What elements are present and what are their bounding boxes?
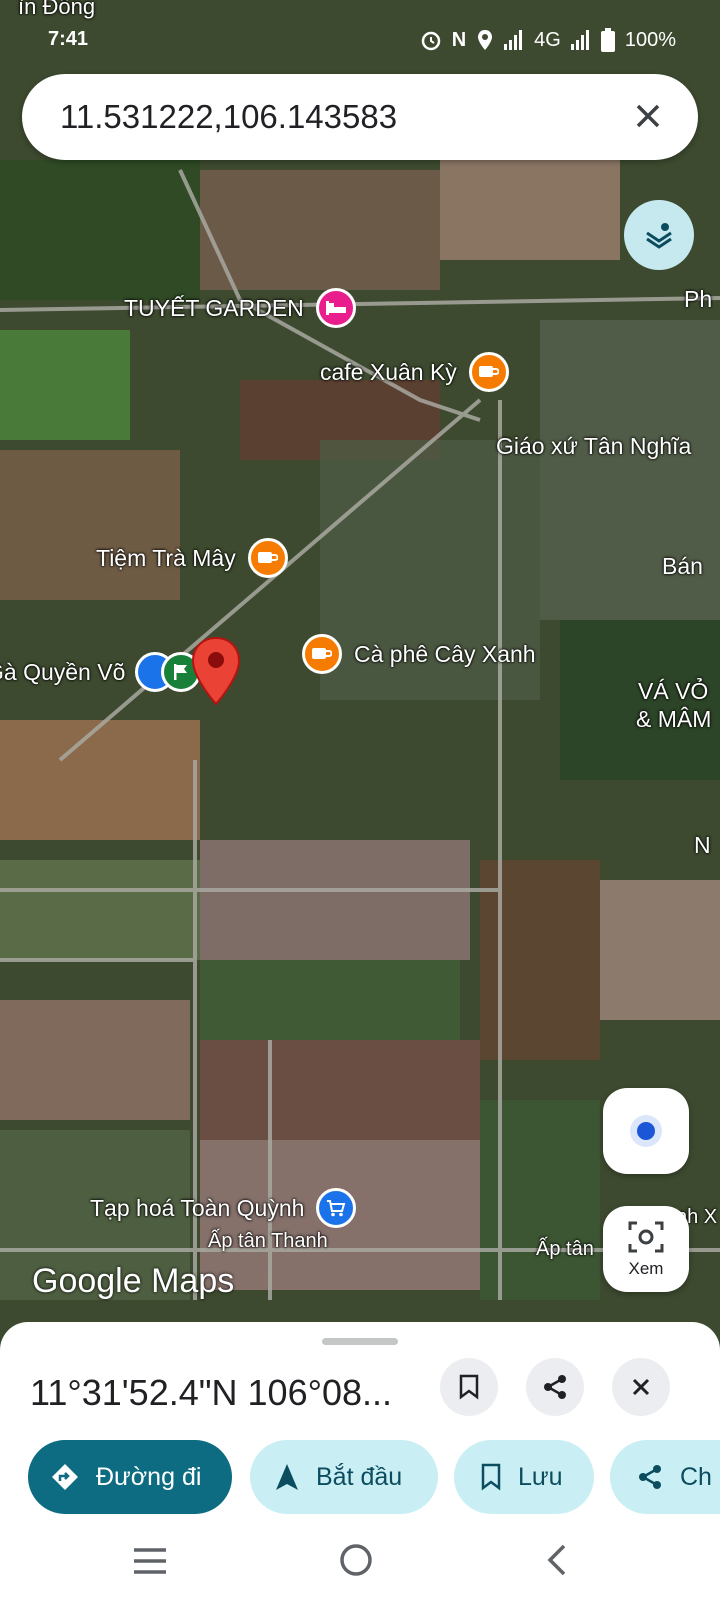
signal-icon [504,30,523,50]
location-icon [478,30,493,50]
close-sheet-button[interactable] [612,1358,670,1416]
my-location-button[interactable] [603,1088,689,1174]
poi-label: Tạp hoá Toàn Quỳnh [90,1194,305,1221]
map-label-ph: Ph [684,286,713,312]
action-chips: Đường đi Bắt đầu Lưu Ch [28,1440,720,1516]
map-label-top: ìn Đồng [18,0,96,19]
view-button[interactable]: Xem [603,1206,689,1292]
poi-label: cafe Xuân Kỳ [320,358,457,385]
system-navigation-bar [0,1526,720,1600]
save-label: Lưu [518,1462,563,1491]
map-label-va-vo: VÁ VỎ [638,678,709,704]
dropped-pin-icon[interactable] [190,636,242,706]
nfc-icon: N [451,28,467,51]
view-label: Xem [628,1259,664,1278]
navigation-arrow-icon [276,1464,298,1490]
home-icon[interactable] [336,1540,376,1580]
hotel-icon [315,288,356,328]
camera-icon [628,1221,664,1253]
cafe-icon [302,634,342,674]
battery-icon [600,28,615,52]
share-button[interactable]: Ch [610,1440,720,1514]
cafe-icon [468,352,509,392]
poi-label: TUYẾT GARDEN [124,294,304,321]
status-bar: ìn Đồng 7:41 N 4G 100% [0,0,720,80]
save-icon-button[interactable] [440,1358,498,1416]
status-time: 7:41 [48,28,89,50]
search-query[interactable]: 11.531222,106.143583 [60,98,397,136]
bookmark-icon [481,1463,501,1491]
map-view[interactable]: ìn Đồng 7:41 N 4G 100% 11.531222,106.143… [0,0,720,1330]
signal-icon-2 [570,30,589,50]
poi-cafe-xuan-ky[interactable]: cafe Xuân Kỳ [320,352,509,392]
shopping-cart-icon [316,1188,357,1228]
poi-tuyet-garden[interactable]: TUYẾT GARDEN [124,288,356,328]
cafe-icon [247,538,288,578]
layers-button[interactable] [624,200,694,270]
coordinates-title: 11°31'52.4"N 106°08... [30,1372,393,1413]
battery-level: 100% [624,28,676,51]
poi-ca-phe-cay-xanh[interactable]: Cà phê Cây Xanh [302,634,536,674]
directions-icon [52,1464,78,1490]
map-label-ban: Bán [662,553,703,579]
map-label-n: N [694,832,711,858]
recent-apps-icon[interactable] [132,1546,168,1576]
poi-quyen-vo[interactable]: Gà Quyền Võ [0,652,202,692]
map-label-giao-xu[interactable]: Giáo xứ Tân Nghĩa [496,433,691,460]
map-label-ap-tan: Ấp tân [536,1238,594,1260]
start-label: Bắt đầu [316,1462,403,1491]
share-icon [544,1375,566,1399]
my-location-icon [630,1115,662,1147]
save-button[interactable]: Lưu [454,1440,594,1514]
google-maps-watermark: Google Maps [32,1262,235,1300]
clear-search-icon[interactable] [626,94,670,138]
status-icons: N 4G 100% [420,28,676,52]
map-label-mam: & MÂM [636,706,712,732]
search-bar[interactable]: 11.531222,106.143583 [22,74,698,160]
alarm-icon [421,31,440,51]
map-label-ap-tan-thanh: Ấp tân Thanh [208,1230,328,1252]
drag-handle[interactable] [322,1338,398,1345]
bookmark-icon [459,1374,479,1400]
directions-label: Đường đi [96,1462,202,1491]
directions-button[interactable]: Đường đi [28,1440,232,1514]
layers-icon [646,223,672,249]
share-icon [639,1465,661,1489]
share-icon-button[interactable] [526,1358,584,1416]
poi-label: Gà Quyền Võ [0,658,126,685]
poi-label: Tiệm Trà Mây [96,544,236,571]
back-icon[interactable] [544,1542,568,1578]
start-button[interactable]: Bắt đầu [250,1440,438,1514]
network-type: 4G [534,28,561,51]
poi-tiem-tra-may[interactable]: Tiệm Trà Mây [96,538,288,578]
close-icon [632,1378,650,1396]
share-label: Ch [680,1462,712,1491]
poi-tap-hoa[interactable]: Tạp hoá Toàn Quỳnh [90,1188,357,1228]
poi-label: Cà phê Cây Xanh [354,640,536,667]
